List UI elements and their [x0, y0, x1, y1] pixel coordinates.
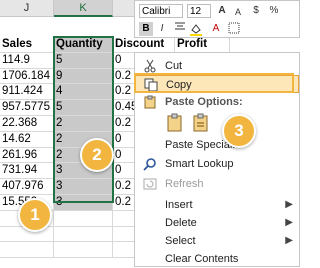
cell-quantity[interactable]: 3 [54, 179, 113, 195]
cell-quantity[interactable]: 2 [54, 116, 113, 132]
empty-cell[interactable] [54, 242, 113, 259]
mini-toolbar: Calibri 12 A A $ % B I A [134, 0, 300, 38]
header-cell-sales[interactable]: Sales [0, 37, 54, 53]
empty-cell[interactable] [0, 242, 54, 259]
shrink-font-icon[interactable]: A [231, 5, 245, 19]
clipboard-icon [143, 95, 157, 109]
menu-item-insert[interactable]: Insert ▶ [135, 196, 299, 214]
menu-item-paste-special[interactable]: Paste Special... [135, 136, 299, 154]
align-center-icon[interactable] [173, 22, 187, 37]
cell-sales[interactable]: 407.976 [0, 179, 54, 195]
cell-quantity[interactable]: 5 [54, 100, 113, 116]
paste-options-row [135, 112, 299, 136]
submenu-arrow-icon: ▶ [285, 199, 293, 210]
fill-color-icon[interactable] [189, 22, 203, 41]
cell-sales[interactable]: 1706.184 [0, 68, 54, 85]
submenu-arrow-icon: ▶ [285, 217, 293, 228]
empty-cell[interactable] [54, 226, 113, 243]
menu-item-clear-contents[interactable]: Clear Contents [135, 250, 299, 268]
cell-sales[interactable]: 957.5775 [0, 100, 54, 116]
grow-font-icon[interactable]: A [215, 4, 229, 18]
cell-quantity[interactable]: 9 [54, 68, 113, 85]
currency-format-icon[interactable]: $ [249, 4, 263, 18]
menu-item-refresh[interactable]: Refresh [135, 175, 299, 193]
cell-quantity[interactable]: 3 [54, 195, 113, 211]
menu-item-smart-lookup[interactable]: Smart Lookup [135, 155, 299, 173]
header-cell-quantity[interactable]: Quantity [54, 37, 113, 53]
borders-icon[interactable] [227, 22, 241, 39]
callout-badge-3: 3 [222, 114, 256, 148]
magnifier-icon [143, 157, 157, 171]
refresh-icon [143, 177, 157, 191]
cell-sales[interactable]: 731.94 [0, 163, 54, 180]
cell-sales[interactable]: 14.62 [0, 131, 54, 148]
empty-cell[interactable] [54, 210, 113, 227]
font-size-dropdown[interactable]: 12 [187, 4, 211, 18]
scissors-icon [143, 59, 157, 73]
menu-item-label: Refresh [165, 178, 204, 190]
menu-item-label: Clear Contents [165, 253, 239, 265]
menu-item-label: Select [165, 235, 196, 247]
column-header-j[interactable]: J [0, 0, 54, 17]
cell-sales[interactable]: 261.96 [0, 147, 54, 164]
cell-quantity[interactable]: 4 [54, 84, 113, 101]
italic-icon[interactable]: I [155, 22, 169, 36]
menu-item-delete[interactable]: Delete ▶ [135, 214, 299, 232]
menu-item-label: Paste Options: [165, 96, 243, 108]
cell-sales[interactable]: 22.368 [0, 116, 54, 132]
column-header-k[interactable]: K [54, 0, 113, 17]
callout-badge-1: 1 [18, 198, 52, 232]
cell-quantity[interactable]: 5 [54, 52, 113, 69]
menu-item-label: Smart Lookup [165, 158, 234, 170]
paste-options-heading: Paste Options: [135, 93, 299, 111]
cell-sales[interactable]: 114.9 [0, 52, 54, 69]
submenu-arrow-icon: ▶ [285, 235, 293, 246]
menu-item-select[interactable]: Select ▶ [135, 232, 299, 250]
bold-icon[interactable]: B [139, 22, 153, 36]
copy-highlight-ring [134, 73, 294, 93]
percent-format-icon[interactable]: % [267, 4, 281, 18]
menu-item-label: Insert [165, 199, 193, 211]
font-name-dropdown[interactable]: Calibri [139, 4, 183, 18]
callout-badge-2: 2 [80, 138, 114, 172]
menu-item-label: Delete [165, 217, 197, 229]
font-color-icon[interactable]: A [209, 22, 223, 36]
cell-sales[interactable]: 911.424 [0, 84, 54, 101]
header-cell-discount[interactable]: Discount [113, 37, 175, 53]
